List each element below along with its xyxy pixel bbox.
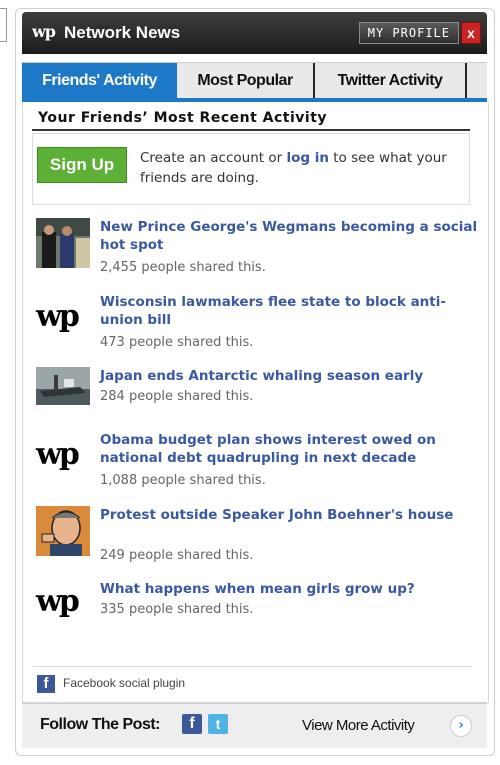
side-tab-edge [0, 8, 7, 42]
follow-label: Follow The Post: [40, 716, 161, 733]
activity-item: New Prince George's Wegmans becoming a s… [36, 218, 477, 278]
wp-logo-icon: wp [32, 22, 56, 41]
activity-item: Japan ends Antarctic whaling season earl… [36, 367, 476, 407]
plugin-divider [32, 666, 472, 667]
tab-friends-activity[interactable]: Friends' Activity [22, 63, 177, 99]
activity-item: Protest outside Speaker John Boehner's h… [36, 506, 476, 566]
close-button[interactable]: x [461, 22, 481, 44]
item-title-link[interactable]: New Prince George's Wegmans becoming a s… [100, 218, 480, 254]
facebook-follow-icon[interactable]: f [182, 714, 202, 734]
item-title-link[interactable]: Obama budget plan shows interest owed on… [100, 431, 480, 467]
tab-most-popular[interactable]: Most Popular [177, 63, 315, 99]
portrait-illustration-thumbnail[interactable] [36, 506, 90, 556]
facebook-icon: f [37, 675, 55, 693]
activity-item: wp Obama budget plan shows interest owed… [36, 431, 476, 491]
item-title-link[interactable]: Wisconsin lawmakers flee state to block … [100, 293, 480, 329]
item-title-link[interactable]: Japan ends Antarctic whaling season earl… [100, 367, 480, 385]
widget-header: wp Network News MY PROFILE x [22, 12, 487, 54]
share-count: 249 people shared this. [100, 548, 254, 563]
my-profile-button[interactable]: MY PROFILE [358, 22, 459, 44]
share-count: 335 people shared this. [100, 602, 254, 617]
widget-footer: Follow The Post: f t View More Activity … [22, 703, 487, 748]
share-count: 473 people shared this. [100, 335, 254, 350]
item-title-link[interactable]: Protest outside Speaker John Boehner's h… [100, 506, 480, 524]
chevron-right-icon[interactable]: › [450, 715, 472, 737]
activity-item: wp What happens when mean girls grow up?… [36, 580, 476, 630]
people-photo-thumbnail[interactable] [36, 218, 90, 268]
section-title: Your Friends’ Most Recent Activity [38, 110, 328, 126]
tab-bar: Friends' Activity Most Popular Twitter A… [22, 62, 487, 99]
signup-text-before: Create an account or [140, 150, 287, 166]
signup-message: Create an account or log in to see what … [140, 148, 470, 188]
section-divider [32, 129, 470, 131]
share-count: 1,088 people shared this. [100, 473, 266, 488]
sign-up-button[interactable]: Sign Up [37, 147, 127, 183]
activity-item: wp Wisconsin lawmakers flee state to blo… [36, 293, 476, 353]
share-count: 2,455 people shared this. [100, 260, 266, 275]
view-more-activity-link[interactable]: View More Activity [302, 717, 415, 734]
wp-logo-icon[interactable]: wp [36, 295, 92, 339]
tab-twitter-activity[interactable]: Twitter Activity [315, 63, 467, 99]
twitter-follow-icon[interactable]: t [208, 714, 228, 734]
wp-logo-icon[interactable]: wp [36, 580, 92, 624]
ship-photo-thumbnail[interactable] [36, 367, 90, 405]
share-count: 284 people shared this. [100, 389, 254, 404]
facebook-plugin-label: Facebook social plugin [63, 676, 186, 690]
widget-title: Network News [64, 23, 181, 42]
item-title-link[interactable]: What happens when mean girls grow up? [100, 580, 480, 598]
wp-logo-icon[interactable]: wp [36, 433, 92, 477]
log-in-link[interactable]: log in [286, 150, 329, 166]
